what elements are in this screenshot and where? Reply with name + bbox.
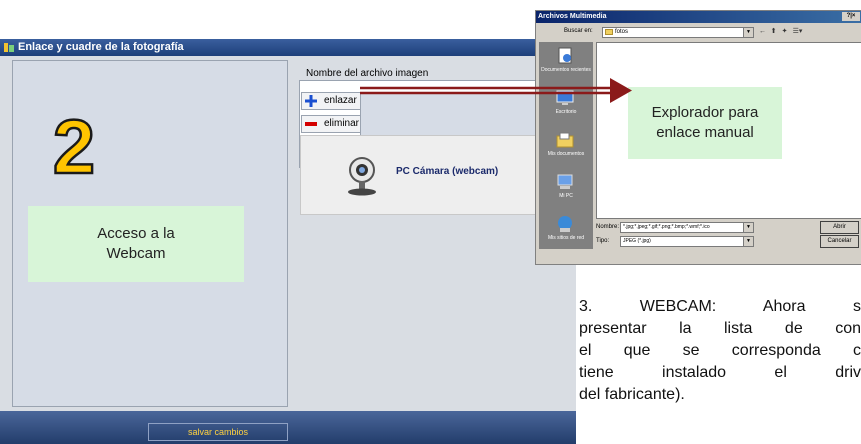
description-text: 3. WEBCAM: Ahora s presentar la lista de… [579,296,861,406]
description-line: tiene instalado el driv [579,364,861,381]
description-line: el que se corresponda c [579,342,861,359]
description-line: presentar la lista de con [579,320,861,337]
description-line: 3. WEBCAM: Ahora s [579,298,861,315]
description-line: del fabricante). [579,386,685,403]
